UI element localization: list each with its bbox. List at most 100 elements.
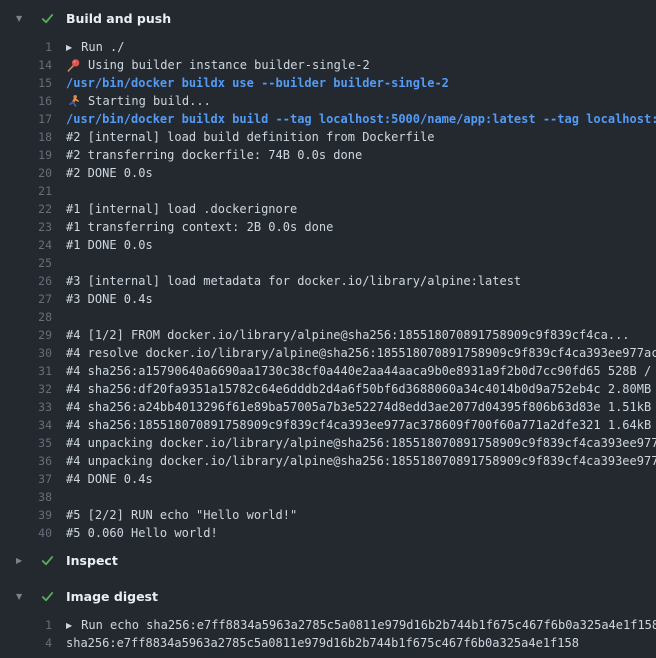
log-text: Starting build...: [88, 94, 211, 108]
line-number[interactable]: 36: [0, 454, 52, 468]
line-number[interactable]: 40: [0, 526, 52, 540]
log-line: 16 Starting build...: [0, 92, 656, 110]
chevron-right-icon[interactable]: ▶: [16, 556, 30, 565]
actions-log-viewer: ▼ Build and push 1 ▶ Run ./ 14Using builder i…: [0, 0, 656, 658]
pushpin-icon: [66, 58, 81, 73]
log-line: 36 #4 unpacking docker.io/library/alpine@…: [0, 452, 656, 470]
log-block-image-digest: 1 ▶ Run echo sha256:e7ff8834a5963a2785c5a0…: [0, 609, 656, 657]
log-text: Run echo sha256:e7ff8834a5963a2785c5a081…: [81, 618, 656, 632]
log-line: 26 #3 [internal] load metadata for docker…: [0, 272, 656, 290]
line-number[interactable]: 21: [0, 184, 52, 198]
log-text: #4 unpacking docker.io/library/alpine@sh…: [66, 454, 656, 468]
line-number[interactable]: 18: [0, 130, 52, 144]
log-text: #4 unpacking docker.io/library/alpine@sh…: [66, 436, 656, 450]
log-text: #5 0.060 Hello world!: [66, 526, 218, 540]
line-number[interactable]: 29: [0, 328, 52, 342]
log-line: 21: [0, 182, 656, 200]
log-text: /usr/bin/docker buildx use --builder bui…: [66, 76, 449, 90]
line-number[interactable]: 24: [0, 238, 52, 252]
log-line: 17/usr/bin/docker buildx build --tag loc…: [0, 110, 656, 128]
log-line: 33 #4 sha256:a24bb4013296f61e89ba57005a7b…: [0, 398, 656, 416]
line-number[interactable]: 34: [0, 418, 52, 432]
line-number[interactable]: 22: [0, 202, 52, 216]
log-line: 14Using builder instance builder-single-…: [0, 56, 656, 74]
log-text: #1 DONE 0.0s: [66, 238, 153, 252]
line-number[interactable]: 27: [0, 292, 52, 306]
log-line: 40 #5 0.060 Hello world!: [0, 524, 656, 542]
log-text: #5 [2/2] RUN echo "Hello world!": [66, 508, 297, 522]
line-number[interactable]: 38: [0, 490, 52, 504]
log-text: #1 [internal] load .dockerignore: [66, 202, 297, 216]
line-number[interactable]: 4: [0, 636, 52, 650]
line-number[interactable]: 37: [0, 472, 52, 486]
expand-group-icon[interactable]: ▶: [66, 43, 72, 52]
section-header-inspect[interactable]: ▶ Inspect: [0, 547, 656, 573]
line-number[interactable]: 25: [0, 256, 52, 270]
line-number[interactable]: 17: [0, 112, 52, 126]
runner-icon: [66, 94, 81, 109]
log-text: sha256:e7ff8834a5963a2785c5a0811e979d16b…: [66, 636, 579, 650]
log-line: 29 #4 [1/2] FROM docker.io/library/alpine…: [0, 326, 656, 344]
log-text: #4 [1/2] FROM docker.io/library/alpine@s…: [66, 328, 630, 342]
log-text: #4 DONE 0.4s: [66, 472, 153, 486]
log-line: 25: [0, 254, 656, 272]
log-text: #4 sha256:a24bb4013296f61e89ba57005a7b3e…: [66, 400, 656, 414]
log-line: 4 sha256:e7ff8834a5963a2785c5a0811e979d16…: [0, 634, 656, 652]
log-line: 39 #5 [2/2] RUN echo "Hello world!": [0, 506, 656, 524]
line-number[interactable]: 14: [0, 58, 52, 72]
log-line: 1 ▶ Run echo sha256:e7ff8834a5963a2785c5a0…: [0, 616, 656, 634]
log-line: 34 #4 sha256:185518070891758909c9f839cf4c…: [0, 416, 656, 434]
line-number[interactable]: 15: [0, 76, 52, 90]
log-text: #4 resolve docker.io/library/alpine@sha2…: [66, 346, 656, 360]
log-text: #3 DONE 0.4s: [66, 292, 153, 306]
line-number[interactable]: 39: [0, 508, 52, 522]
line-number[interactable]: 23: [0, 220, 52, 234]
log-text: /usr/bin/docker buildx build --tag local…: [66, 112, 656, 126]
log-line: 38: [0, 488, 656, 506]
chevron-down-icon[interactable]: ▼: [16, 592, 30, 601]
line-number[interactable]: 1: [0, 618, 52, 632]
line-number[interactable]: 16: [0, 94, 52, 108]
success-check-icon: [40, 10, 56, 26]
expand-group-icon[interactable]: ▶: [66, 621, 72, 630]
log-line: 30 #4 resolve docker.io/library/alpine@sh…: [0, 344, 656, 362]
log-block-build-and-push: 1 ▶ Run ./ 14Using builder instance builder…: [0, 31, 656, 547]
log-line: 27 #3 DONE 0.4s: [0, 290, 656, 308]
line-number[interactable]: 31: [0, 364, 52, 378]
success-check-icon: [40, 588, 56, 604]
line-number[interactable]: 35: [0, 436, 52, 450]
log-sections-container: ▼ Build and push 1 ▶ Run ./ 14Using builder i…: [0, 5, 656, 657]
log-line: 18 #2 [internal] load build definition fr…: [0, 128, 656, 146]
log-text: #2 transferring dockerfile: 74B 0.0s don…: [66, 148, 362, 162]
line-number[interactable]: 1: [0, 40, 52, 54]
line-number[interactable]: 28: [0, 310, 52, 324]
log-line: 31 #4 sha256:a15790640a6690aa1730c38cf0a4…: [0, 362, 656, 380]
chevron-down-icon[interactable]: ▼: [16, 14, 30, 23]
log-text: #2 [internal] load build definition from…: [66, 130, 434, 144]
log-text: #1 transferring context: 2B 0.0s done: [66, 220, 333, 234]
log-line: 20 #2 DONE 0.0s: [0, 164, 656, 182]
section-title: Inspect: [66, 553, 118, 568]
log-text: #2 DONE 0.0s: [66, 166, 153, 180]
log-text: #4 sha256:185518070891758909c9f839cf4ca3…: [66, 418, 656, 432]
line-number[interactable]: 20: [0, 166, 52, 180]
line-number[interactable]: 19: [0, 148, 52, 162]
log-line: 19 #2 transferring dockerfile: 74B 0.0s d…: [0, 146, 656, 164]
line-number[interactable]: 32: [0, 382, 52, 396]
section-title: Build and push: [66, 11, 171, 26]
log-line: 28: [0, 308, 656, 326]
log-text: Run ./: [81, 40, 124, 54]
section-title: Image digest: [66, 589, 158, 604]
section-header-build-and-push[interactable]: ▼ Build and push: [0, 5, 656, 31]
log-text: #4 sha256:a15790640a6690aa1730c38cf0a440…: [66, 364, 656, 378]
section-header-image-digest[interactable]: ▼ Image digest: [0, 583, 656, 609]
line-number[interactable]: 30: [0, 346, 52, 360]
log-line: 32#4 sha256:df20fa9351a15782c64e6dddb2d4…: [0, 380, 656, 398]
success-check-icon: [40, 552, 56, 568]
line-number[interactable]: 33: [0, 400, 52, 414]
log-text: #3 [internal] load metadata for docker.i…: [66, 274, 521, 288]
log-line: 37 #4 DONE 0.4s: [0, 470, 656, 488]
line-number[interactable]: 26: [0, 274, 52, 288]
log-line: 24 #1 DONE 0.0s: [0, 236, 656, 254]
log-line: 15/usr/bin/docker buildx use --builder b…: [0, 74, 656, 92]
